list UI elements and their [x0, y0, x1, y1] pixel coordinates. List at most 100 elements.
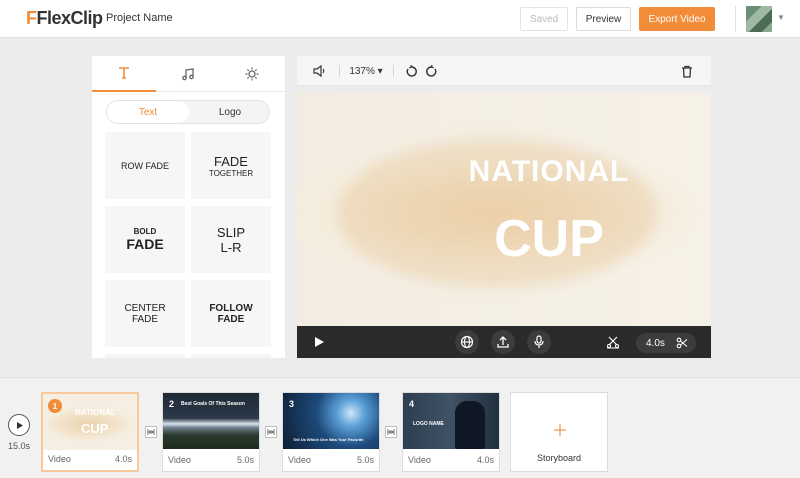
- zoom-dropdown[interactable]: 137% ▾: [347, 56, 385, 86]
- clip-type: Video: [408, 455, 431, 465]
- volume-button[interactable]: [307, 56, 331, 86]
- split-icon: [607, 336, 619, 349]
- transition-button[interactable]: [145, 426, 157, 438]
- text-t-icon: [119, 67, 129, 79]
- upload-icon: [497, 336, 509, 348]
- toolbar-divider: [393, 65, 394, 77]
- undo-button[interactable]: [401, 56, 421, 86]
- clip-footer: Video 5.0s: [283, 449, 379, 471]
- redo-button[interactable]: [421, 56, 441, 86]
- storyboard-button[interactable]: ＋ Storyboard: [510, 392, 608, 472]
- play-icon: [315, 337, 324, 347]
- microphone-icon: [534, 335, 544, 348]
- tile-center-fade[interactable]: CENTER FADE: [105, 280, 185, 347]
- tile-sublabel: L-R: [220, 239, 242, 255]
- play-all-button[interactable]: [8, 414, 30, 436]
- clip-thumbnail: NATIONAL CUP 1: [43, 394, 137, 450]
- clip-duration: 5.0s: [236, 455, 254, 465]
- tile-sublabel: FADE: [131, 313, 159, 325]
- transition-button[interactable]: [265, 426, 277, 438]
- chevron-down-icon[interactable]: ▼: [777, 13, 785, 22]
- avatar[interactable]: [746, 6, 772, 32]
- tile-sublabel: FADE: [217, 313, 245, 325]
- language-button[interactable]: [455, 330, 479, 354]
- project-name[interactable]: Project Name: [106, 12, 173, 24]
- clip-type: Video: [48, 454, 71, 464]
- tile-sublabel: FADE: [126, 236, 164, 252]
- video-preview[interactable]: NATIONAL CUP: [297, 93, 711, 326]
- clip-duration: 4.0s: [114, 454, 132, 464]
- thumb-text: Tell Us Which One Was Your Favorite: [293, 437, 364, 442]
- clip-footer: Video 5.0s: [163, 449, 259, 471]
- top-header: FFlexClip Project Name Saved Preview Exp…: [0, 0, 800, 38]
- thumb-text: Best Goals Of This Season: [181, 401, 245, 407]
- clip-number: 3: [289, 399, 295, 409]
- split-button[interactable]: [601, 330, 625, 354]
- tab-settings[interactable]: [220, 56, 284, 92]
- clip-thumbnail: 3 Tell Us Which One Was Your Favorite: [283, 393, 379, 449]
- preview-title-line1[interactable]: NATIONAL: [297, 155, 711, 189]
- play-button[interactable]: [307, 330, 331, 354]
- record-voice-button[interactable]: [527, 330, 551, 354]
- thumb-text: CUP: [81, 421, 109, 436]
- clip-type: Video: [288, 455, 311, 465]
- tile-sublabel: TOGETHER: [208, 168, 254, 178]
- tile-slip-lr[interactable]: SLIP L-R: [191, 206, 271, 273]
- clip-type: Video: [168, 455, 191, 465]
- redo-icon: [425, 64, 436, 77]
- trash-icon: [682, 65, 692, 78]
- timeline-clip-3[interactable]: 3 Tell Us Which One Was Your Favorite Vi…: [282, 392, 380, 472]
- toolbar-divider: [339, 65, 340, 77]
- duration-value: 4.0s: [646, 337, 665, 349]
- scissors-icon[interactable]: [676, 337, 688, 349]
- timeline-clip-2[interactable]: 2 Best Goals Of This Season Video 5.0s: [162, 392, 260, 472]
- header-divider: [735, 6, 736, 32]
- timeline-clip-4[interactable]: 4 LOGO NAME Video 4.0s: [402, 392, 500, 472]
- tab-music[interactable]: [156, 56, 220, 92]
- clip-duration-control[interactable]: 4.0s: [636, 333, 696, 353]
- globe-icon: [460, 335, 474, 349]
- clip-number: 2: [169, 399, 175, 409]
- tile-label: FADE: [214, 153, 248, 169]
- tile-bold-fade[interactable]: BOLD FADE: [105, 206, 185, 273]
- logo-text: FlexClip: [36, 8, 104, 28]
- transition-icon: [147, 429, 155, 435]
- text-panel: Text Logo ROW FADE FADE TOGETHER BOLD FA…: [92, 56, 285, 358]
- tile-fade-together[interactable]: FADE TOGETHER: [191, 132, 271, 199]
- text-logo-toggle: Text Logo: [106, 100, 270, 124]
- tile-partial[interactable]: [191, 354, 271, 358]
- delete-button[interactable]: [677, 56, 697, 86]
- saved-button[interactable]: Saved: [520, 7, 568, 31]
- transition-icon: [267, 429, 275, 435]
- clip-duration: 5.0s: [356, 455, 374, 465]
- preview-button[interactable]: Preview: [576, 7, 631, 31]
- timeline-clip-1[interactable]: NATIONAL CUP 1 Video 4.0s: [41, 392, 139, 472]
- tile-label: CENTER: [124, 302, 166, 314]
- sun-settings-icon: [245, 67, 259, 81]
- segment-text[interactable]: Text: [107, 101, 189, 123]
- storyboard-label: Storyboard: [536, 453, 582, 463]
- transition-button[interactable]: [385, 426, 397, 438]
- upload-button[interactable]: [491, 330, 515, 354]
- clip-number-badge: 1: [48, 399, 62, 413]
- tile-partial[interactable]: [105, 354, 185, 358]
- app-logo[interactable]: FFlexClip: [26, 8, 103, 29]
- segment-logo[interactable]: Logo: [189, 101, 271, 123]
- play-icon: [16, 421, 23, 429]
- tile-follow-fade[interactable]: FOLLOW FADE: [191, 280, 271, 347]
- tile-label: FOLLOW: [209, 302, 253, 314]
- export-video-button[interactable]: Export Video: [639, 7, 715, 31]
- thumb-text: LOGO NAME: [413, 421, 444, 427]
- logo-icon: F: [26, 8, 37, 28]
- clip-footer: Video 4.0s: [403, 449, 499, 471]
- player-figure: [455, 401, 485, 449]
- clip-thumbnail: 2 Best Goals Of This Season: [163, 393, 259, 449]
- thumb-text: NATIONAL: [75, 408, 116, 417]
- tile-row-fade[interactable]: ROW FADE: [105, 132, 185, 199]
- undo-icon: [406, 64, 417, 77]
- tab-text[interactable]: [92, 56, 156, 92]
- preview-title-line2[interactable]: CUP: [297, 209, 711, 269]
- clip-duration: 4.0s: [476, 455, 494, 465]
- clip-number: 4: [409, 399, 415, 409]
- transition-icon: [387, 429, 395, 435]
